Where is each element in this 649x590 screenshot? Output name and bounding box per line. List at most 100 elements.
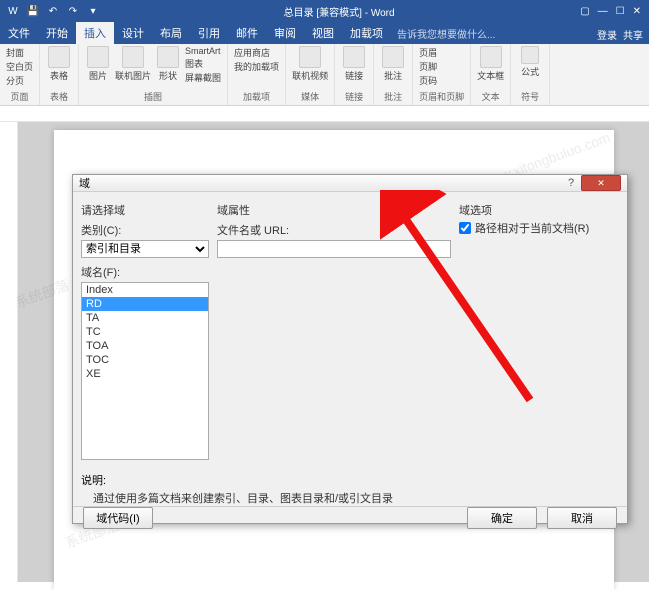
group-header-footer: 页眉 页脚 页码 页眉和页脚	[413, 44, 471, 105]
group-label: 文本	[477, 89, 504, 103]
relative-path-label: 路径相对于当前文档(R)	[475, 220, 589, 236]
select-field-label: 请选择域	[81, 202, 209, 218]
relative-path-check[interactable]	[459, 222, 471, 234]
ribbon-tabs: 文件 开始 插入 设计 布局 引用 邮件 审阅 视图 加载项 告诉我您想要做什么…	[0, 22, 649, 44]
screenshot-button[interactable]: 屏幕截图	[185, 71, 221, 84]
textbox-button[interactable]: 文本框	[477, 46, 504, 82]
quick-access-toolbar: W 💾 ↶ ↷ ▾	[0, 4, 106, 18]
list-item[interactable]: XE	[82, 367, 208, 381]
list-item[interactable]: RD	[82, 297, 208, 311]
comment-button[interactable]: 批注	[380, 46, 406, 82]
tab-insert[interactable]: 插入	[76, 22, 114, 44]
links-button[interactable]: 链接	[341, 46, 367, 82]
group-text: 文本框 文本	[471, 44, 511, 105]
equation-button[interactable]: 公式	[517, 46, 543, 78]
tab-mailings[interactable]: 邮件	[228, 22, 266, 44]
qat-more-icon[interactable]: ▾	[86, 4, 100, 18]
pictures-button[interactable]: 图片	[85, 46, 111, 82]
pagenum-button[interactable]: 页码	[419, 74, 464, 87]
dialog-footer: 域代码(I) 确定 取消	[73, 506, 627, 529]
ribbon: 封面 空白页 分页 页面 表格 表格 图片 联机图片 形状 SmartArt 图…	[0, 44, 649, 106]
list-item[interactable]: TC	[82, 325, 208, 339]
group-addins: 应用商店 我的加载项 加载项	[228, 44, 286, 105]
word-icon: W	[6, 4, 20, 18]
group-comments: 批注 批注	[374, 44, 413, 105]
dialog-titlebar: 域 ? ✕	[73, 175, 627, 192]
myaddins-button[interactable]: 我的加载项	[234, 60, 279, 73]
tab-view[interactable]: 视图	[304, 22, 342, 44]
group-label: 页眉和页脚	[419, 89, 464, 103]
table-button[interactable]: 表格	[46, 46, 72, 82]
list-item[interactable]: TA	[82, 311, 208, 325]
close-icon[interactable]: ✕	[633, 6, 641, 17]
blank-page-button[interactable]: 空白页	[6, 60, 33, 73]
list-item[interactable]: Index	[82, 283, 208, 297]
tab-home[interactable]: 开始	[38, 22, 76, 44]
tab-design[interactable]: 设计	[114, 22, 152, 44]
group-label: 插图	[85, 89, 221, 103]
group-label: 媒体	[292, 89, 328, 103]
tell-me[interactable]: 告诉我您想要做什么...	[391, 23, 501, 44]
signin-link[interactable]: 登录	[597, 27, 617, 42]
category-label: 类别(C):	[81, 222, 209, 238]
field-props-label: 域属性	[217, 202, 451, 218]
dialog-close-icon[interactable]: ✕	[581, 175, 621, 191]
category-select[interactable]: 索引和目录	[81, 240, 209, 258]
description-text: 通过使用多篇文档来创建索引、目录、图表目录和/或引文目录	[73, 490, 627, 506]
group-symbols: 公式 符号	[511, 44, 550, 105]
online-pictures-button[interactable]: 联机图片	[115, 46, 151, 82]
header-button[interactable]: 页眉	[419, 46, 464, 59]
share-button[interactable]: 共享	[623, 27, 643, 42]
dialog-title: 域	[79, 175, 561, 191]
tab-references[interactable]: 引用	[190, 22, 228, 44]
group-links: 链接 链接	[335, 44, 374, 105]
footer-button[interactable]: 页脚	[419, 60, 464, 73]
minimize-icon[interactable]: —	[598, 6, 608, 17]
maximize-icon[interactable]: ☐	[616, 6, 625, 17]
titlebar: W 💾 ↶ ↷ ▾ 总目录 [兼容模式] - Word ▢ — ☐ ✕	[0, 0, 649, 22]
tab-layout[interactable]: 布局	[152, 22, 190, 44]
group-pages: 封面 空白页 分页 页面	[0, 44, 40, 105]
tab-file[interactable]: 文件	[0, 22, 38, 44]
group-media: 联机视频 媒体	[286, 44, 335, 105]
online-video-button[interactable]: 联机视频	[292, 46, 328, 82]
redo-icon[interactable]: ↷	[66, 4, 80, 18]
group-label: 页面	[6, 89, 33, 103]
field-listbox[interactable]: Index RD TA TC TOA TOC XE	[81, 282, 209, 460]
field-codes-button[interactable]: 域代码(I)	[83, 507, 153, 529]
list-item[interactable]: TOC	[82, 353, 208, 367]
group-label: 批注	[380, 89, 406, 103]
group-tables: 表格 表格	[40, 44, 79, 105]
group-label: 符号	[517, 89, 543, 103]
cover-page-button[interactable]: 封面	[6, 46, 33, 59]
smartart-button[interactable]: SmartArt	[185, 46, 221, 56]
tab-addins[interactable]: 加载项	[342, 22, 391, 44]
filename-label: 文件名或 URL:	[217, 222, 451, 238]
horizontal-ruler	[0, 106, 649, 122]
window-controls: ▢ — ☐ ✕	[572, 6, 649, 17]
tab-review[interactable]: 审阅	[266, 22, 304, 44]
ribbon-options-icon[interactable]: ▢	[580, 6, 589, 17]
list-item[interactable]: TOA	[82, 339, 208, 353]
chart-button[interactable]: 图表	[185, 57, 221, 70]
save-icon[interactable]: 💾	[26, 4, 40, 18]
filename-input[interactable]	[217, 240, 451, 258]
fieldname-label: 域名(F):	[81, 264, 209, 280]
store-button[interactable]: 应用商店	[234, 46, 279, 59]
group-label: 表格	[46, 89, 72, 103]
relative-path-checkbox[interactable]: 路径相对于当前文档(R)	[459, 220, 619, 236]
description-label: 说明:	[81, 472, 627, 488]
group-label: 链接	[341, 89, 367, 103]
ok-button[interactable]: 确定	[467, 507, 537, 529]
undo-icon[interactable]: ↶	[46, 4, 60, 18]
document-title: 总目录 [兼容模式] - Word	[106, 4, 572, 19]
vertical-ruler	[0, 122, 18, 582]
cancel-button[interactable]: 取消	[547, 507, 617, 529]
shapes-button[interactable]: 形状	[155, 46, 181, 82]
field-options-label: 域选项	[459, 202, 619, 218]
field-dialog: 域 ? ✕ 请选择域 类别(C): 索引和目录 域名(F): Index RD …	[72, 174, 628, 524]
group-illustrations: 图片 联机图片 形状 SmartArt 图表 屏幕截图 插图	[79, 44, 228, 105]
dialog-help-icon[interactable]: ?	[561, 177, 581, 189]
page-break-button[interactable]: 分页	[6, 74, 33, 87]
group-label: 加载项	[234, 89, 279, 103]
